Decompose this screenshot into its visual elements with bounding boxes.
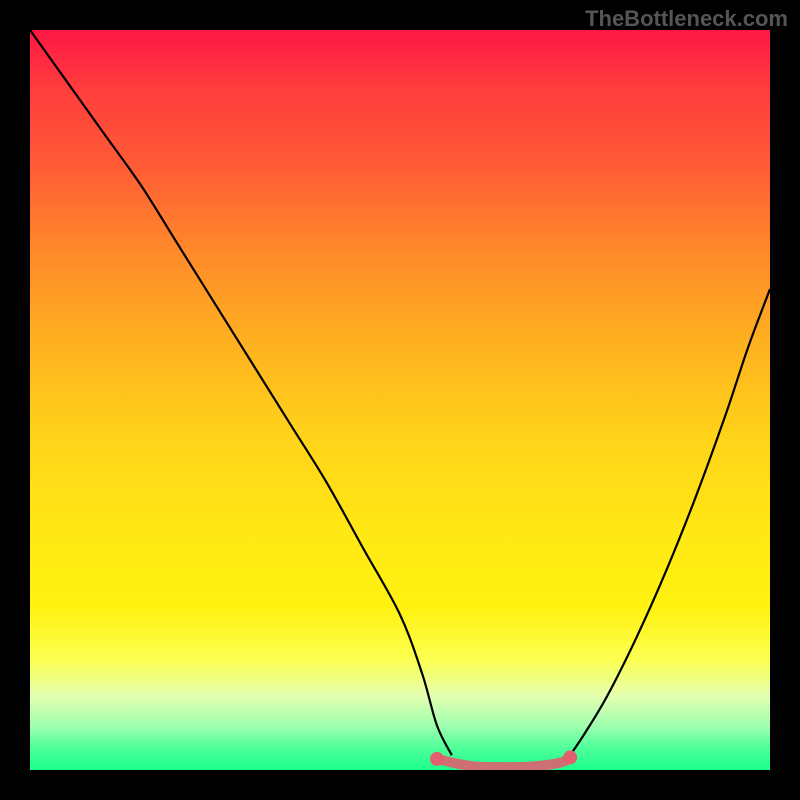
frame-right — [770, 0, 800, 800]
chart-svg — [30, 30, 770, 770]
frame-bottom — [0, 770, 800, 800]
marker-dot — [563, 750, 577, 764]
curve-bottom-flat — [437, 757, 570, 767]
curve-left-curve — [30, 30, 452, 755]
curve-right-curve — [570, 289, 770, 755]
watermark-text: TheBottleneck.com — [585, 6, 788, 32]
chart-plot-area — [30, 30, 770, 770]
marker-dot — [430, 752, 444, 766]
frame-left — [0, 0, 30, 800]
